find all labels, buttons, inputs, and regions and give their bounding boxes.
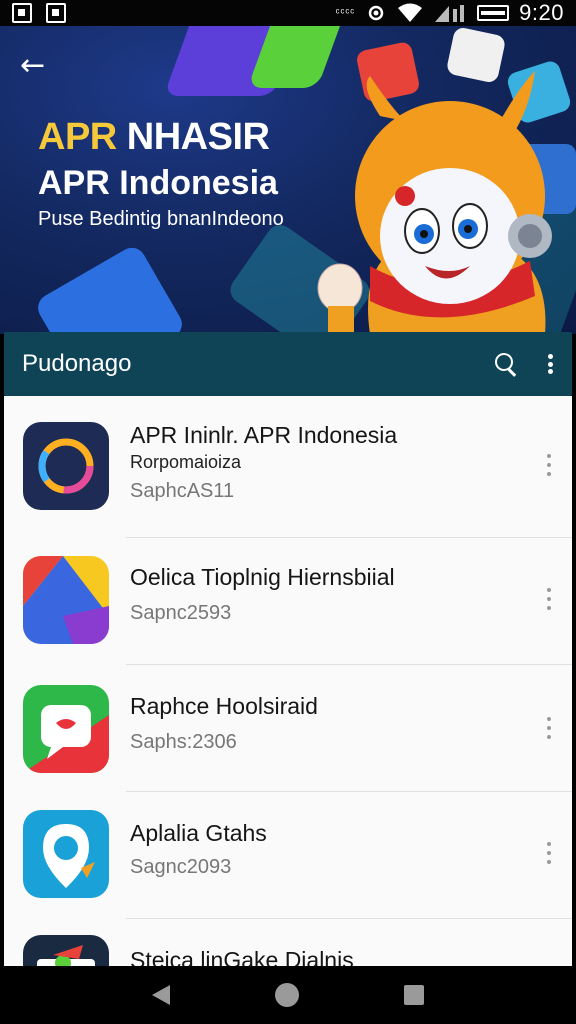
battery-icon — [477, 5, 510, 21]
status-small-text: ᶜᶜᶜᶜ — [335, 7, 356, 19]
image-notification-icon — [46, 3, 66, 23]
game-app-icon — [23, 935, 109, 966]
back-arrow-icon[interactable]: ← — [20, 51, 56, 81]
list-item[interactable]: Raphce Hoolsiraid Saphs:2306 — [4, 665, 572, 792]
app-list: APR Ininlr. APR Indonesia Rorpomaioiza S… — [4, 396, 572, 966]
nav-back-icon[interactable] — [152, 985, 171, 1005]
nav-recents-icon[interactable] — [403, 985, 424, 1005]
app-meta: Saphs:2306 — [130, 731, 237, 753]
notification-icon — [12, 3, 32, 23]
list-item[interactable]: Oelica Tioplnig Hiernsbiial Sapnc2593 — [4, 538, 572, 665]
wifi-icon — [398, 3, 423, 22]
app-meta: SaphcAS11 — [130, 480, 235, 502]
list-item[interactable]: Steica linGake Dialnis — [4, 919, 572, 966]
settings-icon — [368, 5, 384, 21]
toolbar-title: Pudonago — [22, 350, 132, 377]
chat-bubble-app-icon — [23, 685, 109, 773]
item-more-icon[interactable] — [546, 454, 552, 476]
list-item[interactable]: Aplalia Gtahs Sagnc2093 — [4, 792, 572, 919]
system-navigation-bar — [0, 966, 576, 1024]
app-title: Steica linGake Dialnis — [130, 947, 354, 966]
app-meta: Sapnc2593 — [130, 602, 232, 624]
hero-banner: ← APR NHASIR APR Indonesia Puse Bedintig… — [0, 26, 576, 334]
app-title: Oelica Tioplnig Hiernsbiial — [130, 564, 395, 590]
item-more-icon[interactable] — [546, 588, 552, 610]
app-toolbar: Pudonago — [4, 332, 572, 396]
hero-title-secondary: APR Indonesia — [38, 164, 278, 202]
mascot-illustration — [317, 71, 552, 334]
nav-home-icon[interactable] — [274, 983, 299, 1007]
search-icon[interactable] — [494, 352, 518, 376]
hero-subtitle: Puse Bedintig bnanIndeono — [38, 208, 284, 230]
list-item[interactable]: APR Ininlr. APR Indonesia Rorpomaioiza S… — [4, 396, 572, 538]
app-title: APR Ininlr. APR Indonesia — [130, 422, 398, 448]
camera-chat-app-icon — [23, 422, 109, 510]
location-pin-app-icon — [23, 810, 109, 898]
status-bar: ᶜᶜᶜᶜ 9:20 — [0, 0, 576, 26]
app-subtitle: Rorpomaioiza — [130, 452, 242, 472]
signal-icon — [435, 5, 465, 22]
item-more-icon[interactable] — [546, 842, 552, 864]
item-more-icon[interactable] — [546, 717, 552, 739]
hero-title-rest: NHASIR — [116, 116, 270, 158]
app-title: Raphce Hoolsiraid — [130, 693, 318, 719]
status-time: 9:20 — [519, 0, 564, 25]
hero-title-accent: APR — [38, 116, 117, 158]
hero-title: APR NHASIR — [38, 116, 270, 159]
app-title: Aplalia Gtahs — [130, 820, 267, 846]
decorative-shape — [33, 242, 187, 334]
more-vert-icon[interactable] — [546, 352, 554, 376]
colorful-tile-app-icon — [23, 556, 109, 644]
app-meta: Sagnc2093 — [130, 856, 232, 878]
